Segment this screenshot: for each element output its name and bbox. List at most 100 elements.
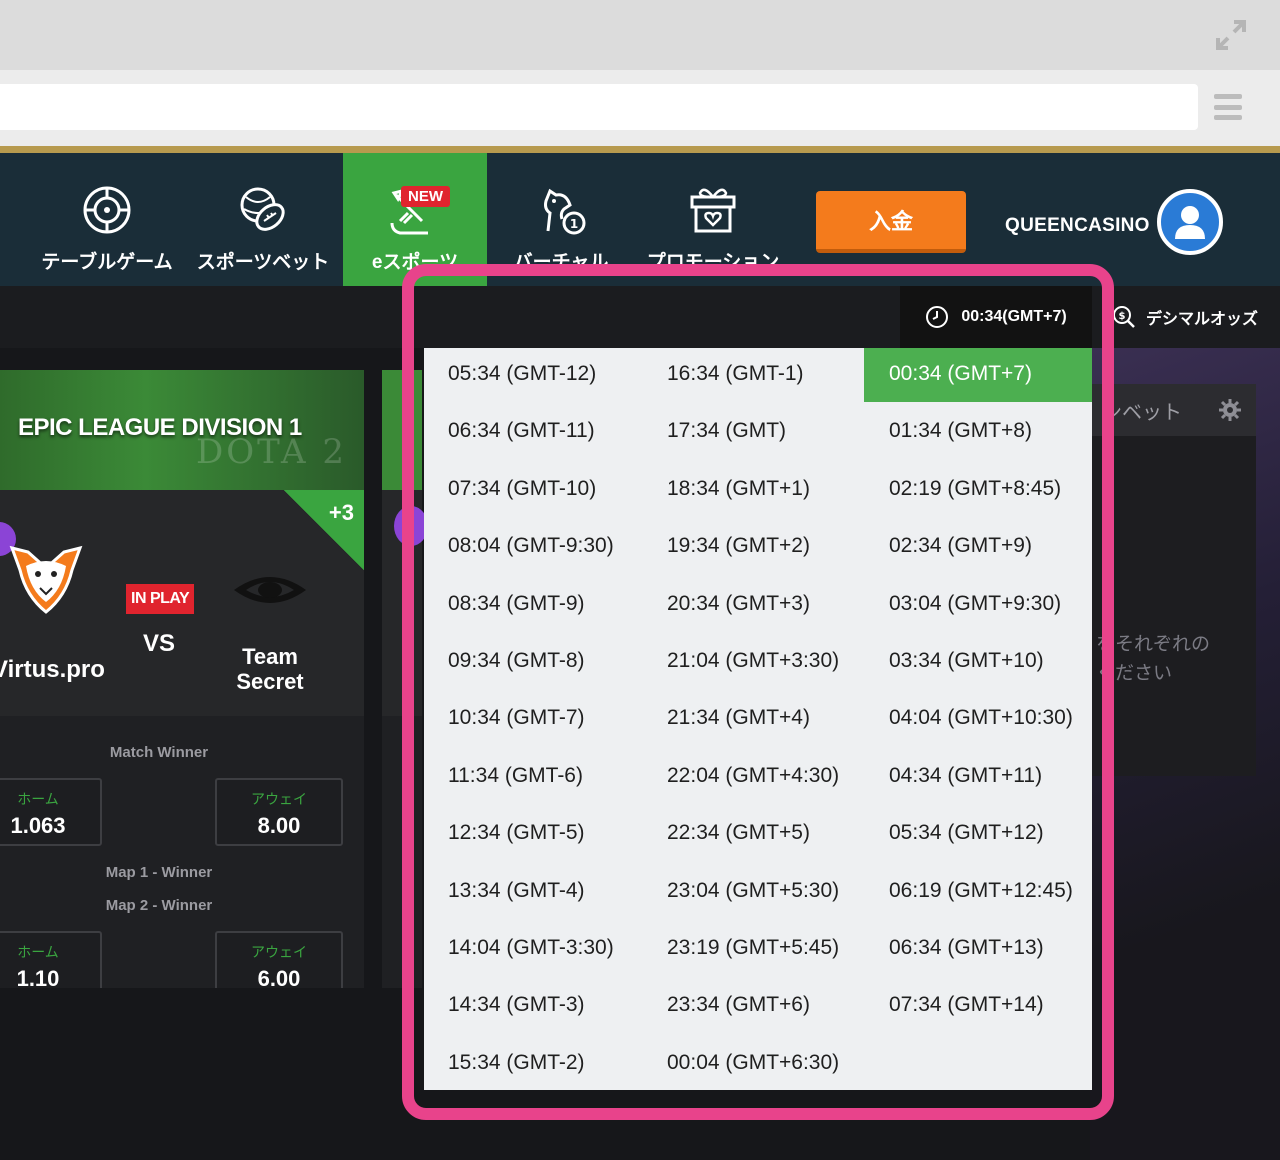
team-secret-logo-icon: [234, 577, 306, 603]
timezone-option[interactable]: 14:04 (GMT-3:30): [448, 936, 614, 960]
timezone-option[interactable]: 19:34 (GMT+2): [667, 534, 810, 558]
timezone-option[interactable]: 04:34 (GMT+11): [889, 764, 1042, 788]
odds-value: 6.00: [257, 966, 301, 988]
svg-text:1: 1: [570, 217, 578, 231]
timezone-selector[interactable]: 00:34(GMT+7): [900, 286, 1092, 348]
timezone-option[interactable]: 02:34 (GMT+9): [889, 534, 1032, 558]
away-team-name: Team Secret: [220, 644, 320, 694]
timezone-option[interactable]: 05:34 (GMT+12): [889, 821, 1044, 845]
away-team-name-line: Team: [242, 644, 298, 669]
hamburger-menu-icon[interactable]: [1214, 94, 1242, 120]
deposit-button[interactable]: 入金: [816, 191, 966, 253]
timezone-option[interactable]: 15:34 (GMT-2): [448, 1051, 585, 1075]
match-card: DOTA 2 EPIC LEAGUE DIVISION 1 +3 Virtus.…: [0, 370, 364, 988]
timezone-option[interactable]: 00:04 (GMT+6:30): [667, 1051, 839, 1075]
timezone-option[interactable]: 21:34 (GMT+4): [667, 706, 810, 730]
brand-name: QUEENCASINO: [1005, 215, 1150, 236]
timezone-option[interactable]: 00:34 (GMT+7): [889, 362, 1032, 386]
timezone-option[interactable]: 04:04 (GMT+10:30): [889, 706, 1073, 730]
new-badge: NEW: [401, 186, 450, 207]
market-name: Map 2 - Winner: [105, 897, 213, 914]
timezone-option[interactable]: 07:34 (GMT+14): [889, 993, 1044, 1017]
timezone-option[interactable]: 02:19 (GMT+8:45): [889, 477, 1061, 501]
timezone-option[interactable]: 11:34 (GMT-6): [448, 764, 583, 788]
nav-label: バーチャル: [513, 252, 609, 273]
stream-icon[interactable]: [394, 506, 428, 546]
timezone-option[interactable]: 18:34 (GMT+1): [667, 477, 810, 501]
match-card: [382, 370, 422, 988]
timezone-option[interactable]: 16:34 (GMT-1): [667, 362, 804, 386]
timezone-option[interactable]: 17:34 (GMT): [667, 419, 786, 443]
league-banner: [382, 370, 422, 490]
league-banner: DOTA 2 EPIC LEAGUE DIVISION 1: [0, 370, 364, 490]
odds-value: 1.063: [10, 813, 66, 838]
info-bar: 00:34(GMT+7) $ デシマルオッズ: [0, 286, 1280, 348]
timezone-option[interactable]: 23:04 (GMT+5:30): [667, 879, 839, 903]
odds-label: ホーム: [17, 791, 59, 807]
nav-label: eスポーツ: [371, 252, 459, 273]
timezone-option[interactable]: 23:34 (GMT+6): [667, 993, 810, 1017]
main-navbar: テーブルゲーム スポーツベット NEW eスポーツ 1 バーチャル プロモーショ…: [0, 146, 1280, 286]
avatar[interactable]: [1157, 189, 1223, 255]
timezone-option[interactable]: 12:34 (GMT-5): [448, 821, 585, 845]
odds-label: アウェイ: [251, 791, 307, 807]
nav-label: スポーツベット: [196, 252, 330, 273]
timezone-option[interactable]: 06:19 (GMT+12:45): [889, 879, 1073, 903]
bet-slip-message-line: をそれぞれの: [1096, 634, 1211, 655]
clock-icon: [926, 306, 949, 328]
away-team-name-line: Secret: [236, 669, 304, 694]
timezone-option[interactable]: 22:34 (GMT+5): [667, 821, 810, 845]
odds-format-selector[interactable]: $ デシマルオッズ: [1112, 286, 1258, 348]
odds-value: 1.10: [16, 966, 60, 988]
timezone-option[interactable]: 09:34 (GMT-8): [448, 649, 585, 673]
nav-item-sports-bet[interactable]: スポーツベット: [190, 153, 336, 286]
timezone-option[interactable]: 06:34 (GMT+13): [889, 936, 1044, 960]
market-name: Match Winner: [109, 744, 209, 761]
nav-item-table-games[interactable]: テーブルゲーム: [30, 153, 184, 286]
bet-slip-header: ンベット: [1090, 384, 1256, 436]
timezone-option[interactable]: 20:34 (GMT+3): [667, 592, 810, 616]
market-name[interactable]: Map 1 - Winner: [0, 864, 318, 881]
current-time: 00:34(GMT+7): [961, 308, 1067, 325]
address-bar[interactable]: [0, 84, 1198, 130]
gift-icon: [690, 188, 736, 233]
timezone-option[interactable]: 23:19 (GMT+5:45): [667, 936, 839, 960]
away-odds-button[interactable]: アウェイ 6.00: [215, 931, 343, 988]
in-play-badge: IN PLAY: [126, 584, 195, 614]
bet-slip-title: ンベット: [1102, 402, 1182, 424]
home-odds-button[interactable]: ホーム 1.063: [0, 778, 102, 846]
bet-slip-message-line: ください: [1096, 663, 1173, 684]
timezone-option[interactable]: 13:34 (GMT-4): [448, 879, 585, 903]
nav-item-virtual[interactable]: 1 バーチャル: [494, 153, 628, 286]
bet-slip-body: [1090, 436, 1256, 776]
roulette-icon: [83, 186, 131, 234]
odds-label: ホーム: [17, 944, 59, 960]
timezone-option[interactable]: 10:34 (GMT-7): [448, 706, 585, 730]
horse-icon: 1: [544, 188, 586, 235]
timezone-option[interactable]: 01:34 (GMT+8): [889, 419, 1032, 443]
svg-text:$: $: [1119, 311, 1126, 322]
vs-label: VS: [143, 630, 176, 657]
timezone-option[interactable]: 03:34 (GMT+10): [889, 649, 1044, 673]
timezone-option[interactable]: 08:04 (GMT-9:30): [448, 534, 614, 558]
nav-label: テーブルゲーム: [41, 252, 173, 273]
timezone-option[interactable]: 06:34 (GMT-11): [448, 419, 595, 443]
nav-item-promotion[interactable]: プロモーション: [640, 153, 786, 286]
away-odds-button[interactable]: アウェイ 8.00: [215, 778, 343, 846]
timezone-option[interactable]: 14:34 (GMT-3): [448, 993, 585, 1017]
gear-icon[interactable]: [1218, 398, 1242, 422]
timezone-option[interactable]: 05:34 (GMT-12): [448, 362, 596, 386]
timezone-option[interactable]: 22:04 (GMT+4:30): [667, 764, 839, 788]
nav-item-esports[interactable]: NEW eスポーツ: [343, 153, 487, 286]
expand-icon[interactable]: [1214, 18, 1248, 52]
browser-toolbar: [0, 70, 1280, 146]
nav-label: プロモーション: [646, 252, 780, 273]
odds-label: アウェイ: [251, 944, 307, 960]
more-markets-count[interactable]: +3: [329, 500, 354, 526]
timezone-option[interactable]: 03:04 (GMT+9:30): [889, 592, 1061, 616]
timezone-option[interactable]: 07:34 (GMT-10): [448, 477, 596, 501]
user-icon: [1175, 206, 1205, 239]
timezone-option[interactable]: 08:34 (GMT-9): [448, 592, 585, 616]
home-odds-button[interactable]: ホーム 1.10: [0, 931, 102, 988]
timezone-option[interactable]: 21:04 (GMT+3:30): [667, 649, 839, 673]
